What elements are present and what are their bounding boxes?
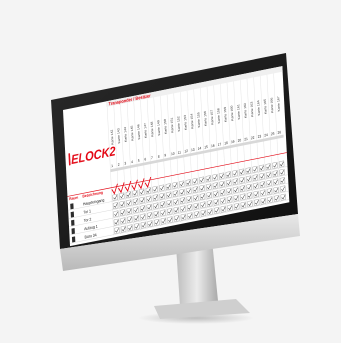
transponder-number: 24 (264, 133, 268, 138)
transponder-label: Karte 162 (243, 102, 247, 118)
transponder-label: Karte 157 (210, 109, 214, 125)
transponder-label: Karte 146 (137, 124, 141, 140)
transponder-number: 11 (178, 150, 182, 155)
transponder-number: 10 (171, 151, 175, 156)
transponder-label: Karte 148 (150, 121, 154, 137)
transponder-label: Karte 159 (223, 106, 227, 122)
transponder-number: 14 (198, 146, 202, 151)
transponder-number: 21 (244, 137, 248, 142)
transponder-label: Karte 161 (236, 104, 240, 120)
transponder-number: 13 (191, 147, 195, 152)
transponder-number: 6 (144, 157, 146, 162)
transponder-number: 4 (131, 160, 133, 165)
transponder-number: 17 (218, 142, 222, 147)
transponder-number: 8 (158, 154, 160, 159)
transponder-label: Karte 160 (230, 105, 234, 121)
transponder-label: Karte 165 (263, 98, 267, 114)
transponder-number: 2 (118, 162, 120, 167)
transponder-number: 5 (138, 158, 140, 163)
transponder-label: Karte 155 (197, 112, 201, 128)
transponder-label: Karte 154 (190, 113, 194, 129)
transponder-number: 1 (111, 164, 113, 169)
transponder-number: 16 (211, 143, 215, 148)
transponder-label: Karte 156 (203, 110, 207, 126)
transponder-number: 23 (258, 134, 262, 139)
transponder-number: 3 (124, 161, 126, 166)
transponder-label: Karte 167 (276, 96, 280, 112)
transponder-label: Karte 150 (163, 118, 167, 134)
transponder-label: Karte 142 (110, 129, 114, 145)
transponder-label: Karte 153 (183, 114, 187, 130)
transponder-label: Karte 158 (216, 108, 220, 124)
transponder-label: Karte 163 (250, 101, 254, 117)
transponder-label: Karte 152 (177, 116, 181, 132)
transponder-number: 22 (251, 135, 255, 140)
transponder-number: 18 (224, 141, 228, 146)
transponder-number: 15 (204, 145, 208, 150)
transponder-label: Karte 147 (143, 122, 147, 138)
transponder-number: 25 (271, 131, 275, 136)
transponder-label: Karte 145 (130, 125, 134, 141)
transponder-label: Karte 151 (170, 117, 174, 133)
transponder-label: Karte 164 (256, 100, 260, 116)
transponder-label: Karte 166 (270, 97, 274, 113)
transponder-number: 20 (238, 138, 242, 143)
transponder-number: 7 (151, 156, 153, 161)
transponder-label: Karte 144 (123, 126, 127, 142)
transponder-number: 9 (164, 153, 166, 158)
transponder-number: 19 (231, 139, 235, 144)
transponder-number: 26 (278, 130, 282, 135)
transponder-label: Karte 143 (117, 128, 121, 144)
transponder-number: 12 (184, 149, 188, 154)
transponder-label: Karte 149 (157, 120, 161, 136)
stage: Transponder / Besitzer ELOCK2 Karte 142 K… (0, 0, 341, 343)
imac-scene: Transponder / Besitzer ELOCK2 Karte 142 K… (51, 53, 300, 324)
